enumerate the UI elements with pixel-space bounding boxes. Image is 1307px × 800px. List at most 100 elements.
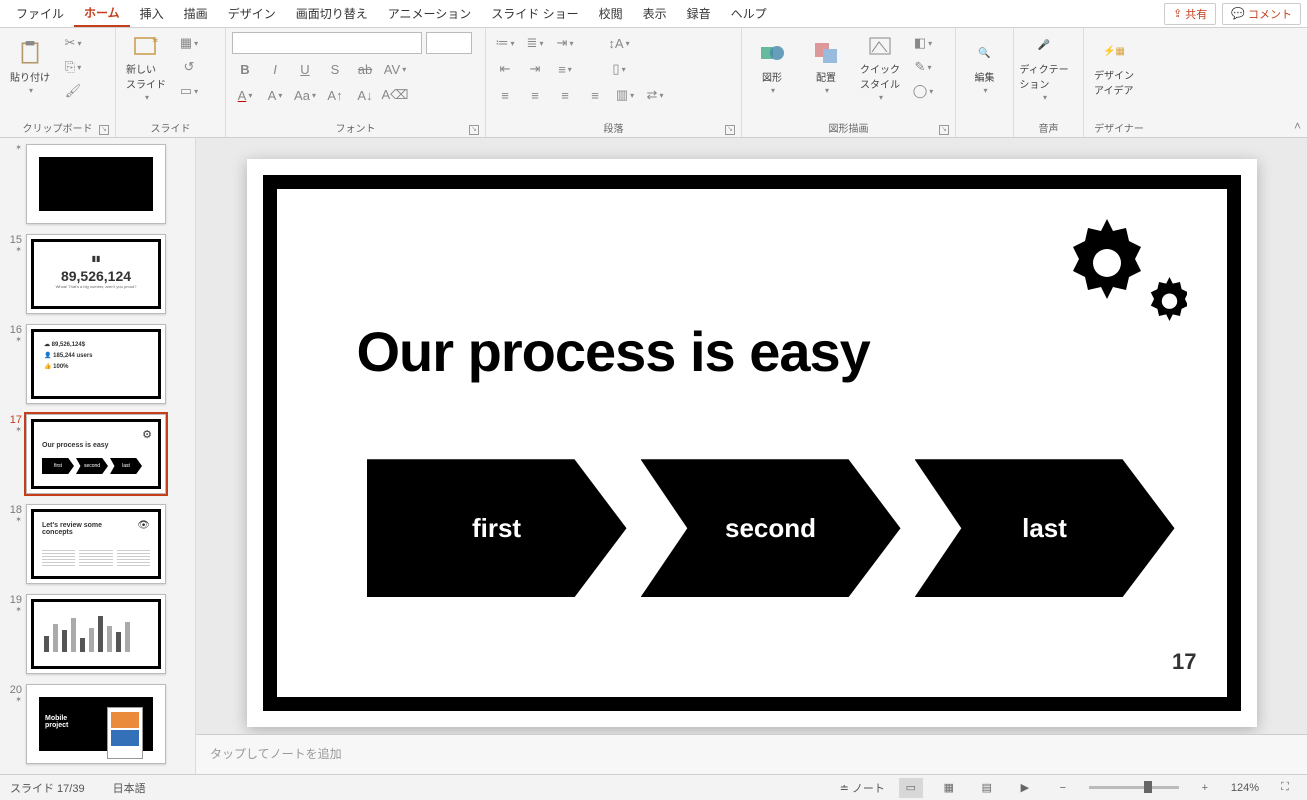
shape-outline-button[interactable]: ✎ [910,56,936,78]
menu-animations[interactable]: アニメーション [378,1,482,26]
zoom-level[interactable]: 124% [1231,782,1259,794]
font-family-select[interactable] [232,32,422,54]
slide-number: 17 [1172,649,1196,675]
arrange-button[interactable]: 配置 [802,32,850,102]
shape-fill-button[interactable]: ◧ [910,32,936,54]
process-step-3[interactable]: last [915,459,1175,597]
numbering-button[interactable]: ≣ [522,32,548,54]
font-dialog-launcher[interactable]: ↘ [469,125,479,135]
menu-insert[interactable]: 挿入 [130,1,174,26]
line-spacing-button[interactable]: ≡ [552,58,578,80]
paragraph-dialog-launcher[interactable]: ↘ [725,125,735,135]
menu-design[interactable]: デザイン [218,1,286,26]
strikethrough-button[interactable]: ab [352,58,378,80]
text-direction-button[interactable]: ↕A [606,32,632,54]
menu-help[interactable]: ヘルプ [721,1,777,26]
group-paragraph: ≔ ≣ ⇥ ↕A ⇤ ⇥ ≡ ▯ ≡ ≡ ≡ ≡ ▥ ⇄ 段落↘ [486,28,742,137]
format-painter-button[interactable]: 🖌 [60,80,86,102]
slide-sorter-button[interactable]: ▦ [937,778,961,798]
thumbnail-20[interactable]: 20✶ Mobile project [4,684,191,764]
menu-review[interactable]: 校閲 [589,1,633,26]
drawing-dialog-launcher[interactable]: ↘ [939,125,949,135]
bullets-button[interactable]: ≔ [492,32,518,54]
reset-slide-button[interactable]: ↺ [176,56,202,78]
new-slide-button[interactable]: ✶ 新しい スライド [122,32,170,102]
microphone-icon: 🎤 [1030,32,1058,59]
process-step-1[interactable]: first [367,459,627,597]
process-arrows[interactable]: first second last [367,459,1175,597]
slide-title[interactable]: Our process is easy [357,319,870,384]
slideshow-view-button[interactable]: ▶ [1013,778,1037,798]
increase-indent-button[interactable]: ⇥ [522,58,548,80]
underline-button[interactable]: U [292,58,318,80]
grow-font-button[interactable]: A↑ [322,84,348,106]
current-slide[interactable]: Our process is easy first second last 17 [247,159,1257,727]
section-button[interactable]: ▭ [176,80,202,102]
copy-icon: ⎘ [65,59,75,75]
align-text-button[interactable]: ▯ [606,58,632,80]
clipboard-icon [16,39,44,67]
change-case-button[interactable]: Aa [292,84,318,106]
menu-slideshow[interactable]: スライド ショー [481,1,588,26]
italic-button[interactable]: I [262,58,288,80]
collapse-ribbon-button[interactable]: ˄ [1294,119,1301,133]
shrink-font-button[interactable]: A↓ [352,84,378,106]
menu-transitions[interactable]: 画面切り替え [286,1,378,26]
copy-button[interactable]: ⎘ [60,56,86,78]
list-level-button[interactable]: ⇥ [552,32,578,54]
justify-button[interactable]: ≡ [582,84,608,106]
shape-effects-button[interactable]: ◯ [910,80,936,102]
font-color-button[interactable]: A [232,84,258,106]
clear-formatting-button[interactable]: A⌫ [382,84,408,106]
slide-canvas[interactable]: Our process is easy first second last 17… [196,138,1307,774]
normal-view-button[interactable]: ▭ [899,778,923,798]
design-ideas-button[interactable]: ⚡▦デザイン アイデア [1090,32,1138,102]
smartart-button[interactable]: ⇄ [642,84,668,106]
comments-button[interactable]: 💬コメント [1222,3,1301,25]
zoom-slider[interactable] [1089,786,1179,789]
fit-to-window-button[interactable]: ⛶ [1273,778,1297,798]
thumbnail-19[interactable]: 19✶ [4,594,191,674]
design-ideas-icon: ⚡▦ [1100,37,1128,65]
clipboard-dialog-launcher[interactable]: ↘ [99,125,109,135]
thumbnail-15[interactable]: 15✶ 89,526,124Whoa! That's a big number,… [4,234,191,314]
notes-toggle[interactable]: ≐ ノート [840,780,885,796]
shapes-button[interactable]: 図形 [748,32,796,102]
reading-view-button[interactable]: ▤ [975,778,999,798]
notes-pane[interactable]: タップしてノートを追加 [196,734,1307,774]
bold-button[interactable]: B [232,58,258,80]
char-spacing-button[interactable]: AV [382,58,408,80]
highlight-button[interactable]: A [262,84,288,106]
share-button[interactable]: ⇪共有 [1164,3,1216,25]
decrease-indent-button[interactable]: ⇤ [492,58,518,80]
editing-button[interactable]: 🔍編集 [962,32,1007,102]
align-center-button[interactable]: ≡ [522,84,548,106]
thumbnail-16[interactable]: 16✶ ☁ 89,526,124$👤 185,244 users👍 100% [4,324,191,404]
slide-thumbnails-panel[interactable]: ✶ 15✶ 89,526,124Whoa! That's a big numbe… [0,138,196,774]
align-right-button[interactable]: ≡ [552,84,578,106]
font-color-icon: A [238,88,247,103]
menu-draw[interactable]: 描画 [174,1,218,26]
process-step-2[interactable]: second [641,459,901,597]
menu-record[interactable]: 録音 [677,1,721,26]
menu-view[interactable]: 表示 [633,1,677,26]
paste-button[interactable]: 貼り付け [6,32,54,102]
layout-button[interactable]: ▦ [176,32,202,54]
text-shadow-button[interactable]: S [322,58,348,80]
thumbnail-14[interactable]: ✶ [4,144,191,224]
thumbnail-17[interactable]: 17✶ ⚙ Our process is easy first second l… [4,414,191,494]
columns-button[interactable]: ▥ [612,84,638,106]
group-clipboard: 貼り付け ✂ ⎘ 🖌 クリップボード↘ [0,28,116,137]
menu-home[interactable]: ホーム [74,0,130,27]
zoom-in-button[interactable]: + [1193,778,1217,798]
align-left-button[interactable]: ≡ [492,84,518,106]
group-slides: ✶ 新しい スライド ▦ ↺ ▭ スライド [116,28,226,137]
menu-file[interactable]: ファイル [6,1,74,26]
zoom-out-button[interactable]: − [1051,778,1075,798]
cut-button[interactable]: ✂ [60,32,86,54]
quick-styles-button[interactable]: クイック スタイル [856,32,904,102]
thumbnail-18[interactable]: 18✶ Let's review some concepts👁 [4,504,191,584]
font-size-select[interactable] [426,32,472,54]
language-indicator[interactable]: 日本語 [113,780,146,796]
dictate-button[interactable]: 🎤ディクテー ション [1020,32,1068,102]
